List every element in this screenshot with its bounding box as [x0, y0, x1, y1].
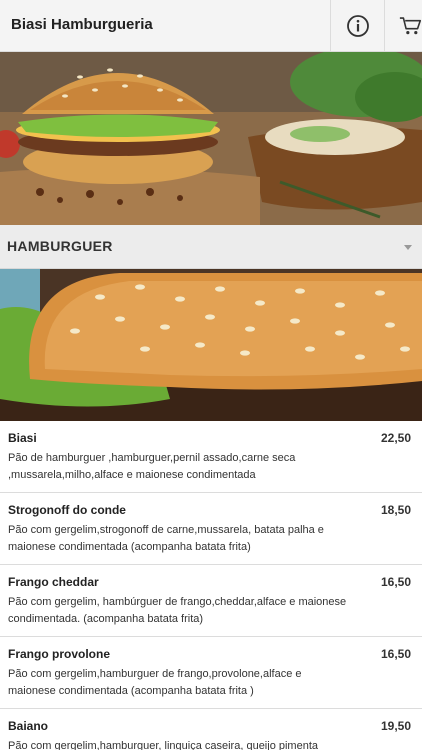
- item-name: Strogonoff do conde: [8, 503, 126, 517]
- item-description: Pão com gergelim,hamburguer de frango,pr…: [8, 668, 302, 697]
- item-price: 18,50: [380, 503, 411, 517]
- app-title: Biasi Hamburgueria: [11, 16, 153, 33]
- app-header: Biasi Hamburgueria: [0, 0, 422, 52]
- item-price: 16,50: [380, 647, 411, 661]
- item-name: Frango cheddar: [8, 575, 99, 589]
- item-description: Pão com gergelim,hamburguer, linguiça ca…: [8, 740, 319, 750]
- menu-item[interactable]: Baiano 19,50 Pão com gergelim,hamburguer…: [0, 709, 422, 750]
- category-image: [0, 269, 422, 421]
- hero-image: [0, 52, 422, 225]
- menu-item[interactable]: Strogonoff do conde 18,50 Pão com gergel…: [0, 493, 422, 565]
- cart-icon: [399, 17, 422, 35]
- item-name: Baiano: [8, 719, 49, 733]
- chevron-down-icon: [404, 245, 412, 250]
- menu-item[interactable]: Biasi 22,50 Pão de hamburguer ,hamburgue…: [0, 421, 422, 493]
- menu-item-list: Biasi 22,50 Pão de hamburguer ,hamburgue…: [0, 421, 422, 750]
- item-price: 16,50: [380, 575, 411, 589]
- item-price: 22,50: [380, 431, 411, 445]
- item-price: 19,50: [380, 719, 411, 733]
- burger-hero-illustration: [0, 52, 422, 225]
- menu-item[interactable]: Frango provolone 16,50 Pão com gergelim,…: [0, 637, 422, 709]
- item-name: Frango provolone: [8, 647, 110, 661]
- burger-closeup-illustration: [0, 269, 422, 421]
- item-description: Pão com gergelim,strogonoff de carne,mus…: [8, 524, 324, 553]
- info-button[interactable]: [330, 0, 384, 52]
- info-icon: [346, 15, 369, 37]
- cart-button[interactable]: [384, 0, 422, 52]
- item-description: Pão com gergelim, hambúrguer de frango,c…: [8, 596, 347, 625]
- item-name: Biasi: [8, 431, 37, 445]
- category-header-hamburguer[interactable]: HAMBURGUER: [0, 225, 422, 269]
- category-title: HAMBURGUER: [7, 238, 113, 254]
- item-description: Pão de hamburguer ,hamburguer,pernil ass…: [8, 452, 296, 481]
- menu-item[interactable]: Frango cheddar 16,50 Pão com gergelim, h…: [0, 565, 422, 637]
